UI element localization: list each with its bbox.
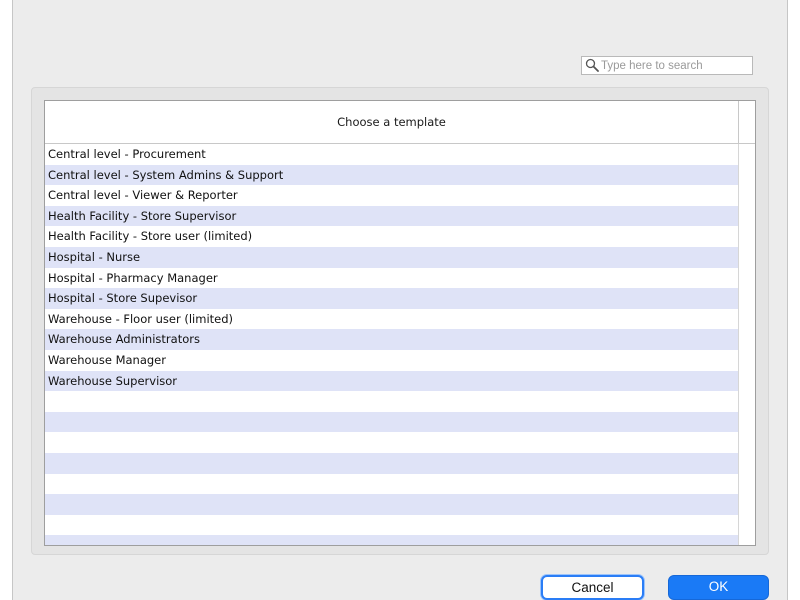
template-row[interactable]: Warehouse - Floor user (limited) <box>45 308 739 330</box>
cancel-button[interactable]: Cancel <box>541 575 644 600</box>
empty-row <box>45 452 739 474</box>
empty-row <box>45 411 739 433</box>
template-row[interactable]: Warehouse Supervisor <box>45 370 739 392</box>
template-row[interactable]: Central level - System Admins & Support <box>45 164 739 186</box>
template-row[interactable]: Hospital - Store Supevisor <box>45 288 739 309</box>
template-list: Central level - Procurement Central level… <box>45 144 755 545</box>
empty-row <box>45 473 739 495</box>
empty-row <box>45 514 739 536</box>
template-row[interactable]: Warehouse Administrators <box>45 329 739 350</box>
empty-row <box>45 432 739 453</box>
magnifier-icon <box>585 58 599 72</box>
template-row[interactable]: Health Facility - Store user (limited) <box>45 226 739 247</box>
template-row[interactable]: Hospital - Nurse <box>45 246 739 268</box>
empty-row <box>45 391 739 412</box>
table-header: Choose a template <box>45 101 755 144</box>
ok-button[interactable]: OK <box>668 575 769 600</box>
search-field[interactable] <box>581 56 753 75</box>
column-header-spacer <box>739 101 755 143</box>
empty-row <box>45 535 739 545</box>
choose-template-dialog: Choose a template Central level - Procur… <box>12 0 788 600</box>
template-row[interactable]: Central level - Viewer & Reporter <box>45 185 739 206</box>
template-table[interactable]: Choose a template Central level - Procur… <box>44 100 756 546</box>
empty-row <box>45 494 739 515</box>
template-row[interactable]: Hospital - Pharmacy Manager <box>45 267 739 289</box>
search-input[interactable] <box>600 57 751 74</box>
template-row[interactable]: Health Facility - Store Supervisor <box>45 205 739 227</box>
column-header-choose-template[interactable]: Choose a template <box>45 101 739 143</box>
template-row[interactable]: Central level - Procurement <box>45 144 739 165</box>
template-row[interactable]: Warehouse Manager <box>45 349 739 371</box>
template-table-panel: Choose a template Central level - Procur… <box>31 87 769 555</box>
